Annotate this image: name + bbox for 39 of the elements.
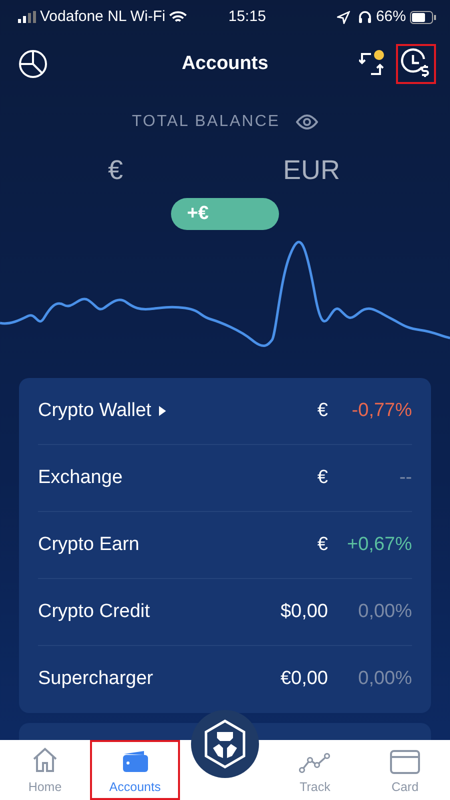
pie-chart-icon[interactable]: [18, 49, 48, 79]
balance-label: TOTAL BALANCE: [132, 112, 280, 132]
account-name[interactable]: Crypto Wallet: [38, 396, 152, 426]
currency-code: EUR: [282, 154, 340, 187]
currency-symbol: €: [108, 154, 124, 187]
home-icon: [31, 746, 59, 774]
carrier-name: Vodafone NL Wi-Fi: [40, 6, 166, 27]
account-amount: $0,00: [280, 600, 328, 622]
percent-change: -0,77%: [352, 400, 412, 421]
balance-change: +€: [171, 198, 279, 230]
location-icon: [336, 10, 350, 24]
tab-button[interactable]: Accounts: [90, 740, 180, 800]
card-icon: [390, 750, 420, 774]
signal-icon: [18, 11, 36, 23]
account-name[interactable]: Exchange: [38, 464, 123, 492]
percent-change: 0,00%: [358, 668, 412, 690]
headphones-icon: [358, 10, 372, 24]
account-name[interactable]: Crypto Credit: [38, 598, 150, 626]
page-title: Accounts: [182, 52, 268, 76]
battery-level: 66%: [376, 6, 406, 27]
account-amount: €: [317, 400, 328, 421]
line-chart-icon: [299, 752, 331, 774]
status-time: 15:15: [228, 6, 267, 27]
transfer-icon: [359, 50, 385, 78]
caret-icon[interactable]: [159, 406, 166, 416]
percent-change: +0,67%: [347, 534, 412, 555]
account-name[interactable]: Crypto Earn: [38, 530, 140, 560]
account-name[interactable]: Supercharger: [38, 665, 154, 694]
history-button[interactable]: [396, 44, 436, 84]
account-amount: €: [317, 534, 328, 555]
eye-icon[interactable]: [296, 114, 318, 130]
wallet-icon: [121, 748, 149, 774]
account-amount: €0,00: [280, 668, 328, 690]
percent-change: --: [399, 466, 412, 488]
clock-dollar-icon: [400, 48, 432, 80]
percent-change: 0,00%: [358, 600, 412, 622]
battery-icon: [410, 10, 436, 24]
account-amount: €: [317, 466, 328, 488]
wifi-icon: [169, 10, 188, 24]
